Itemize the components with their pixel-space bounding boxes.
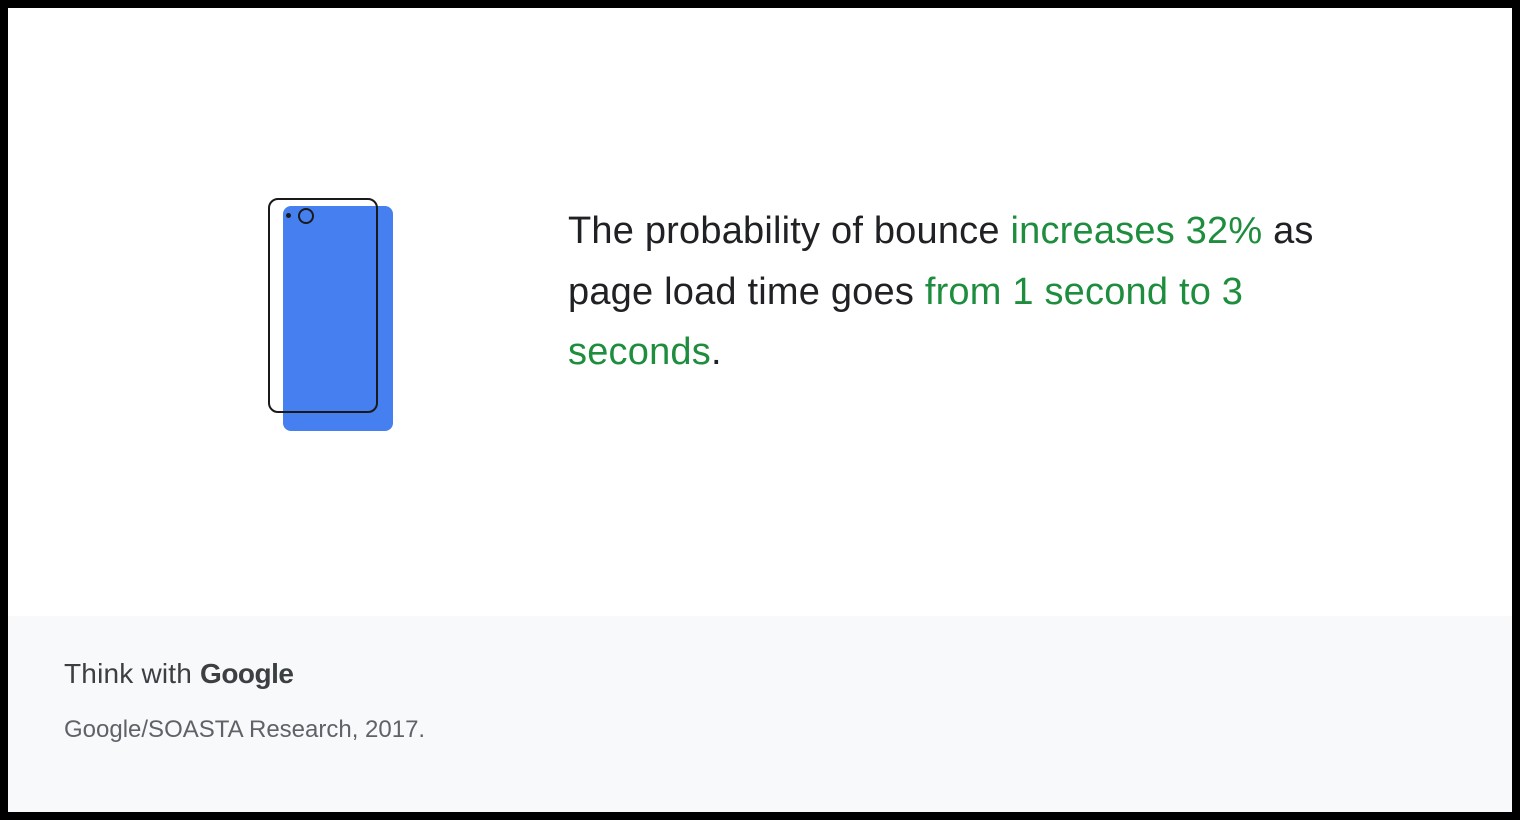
stat-highlight1: increases 32% xyxy=(1010,210,1262,252)
phone-illustration xyxy=(8,8,478,616)
brand-prefix: Think with xyxy=(64,658,192,690)
phone-camera-icon xyxy=(298,208,314,224)
brand-line: Think with Google xyxy=(64,658,1456,690)
statistic-text-block: The probability of bounce increases 32% … xyxy=(478,163,1512,421)
infographic-card: The probability of bounce increases 32% … xyxy=(8,8,1512,812)
phone-sensor-dot-icon xyxy=(286,213,291,218)
statistic-sentence: The probability of bounce increases 32% … xyxy=(568,201,1362,383)
phone-outline-icon xyxy=(268,198,378,413)
brand-name: Google xyxy=(200,658,293,690)
main-content: The probability of bounce increases 32% … xyxy=(8,8,1512,616)
stat-part3: . xyxy=(711,331,722,373)
footer: Think with Google Google/SOASTA Research… xyxy=(8,616,1512,812)
source-citation: Google/SOASTA Research, 2017. xyxy=(64,716,1456,744)
stat-part1: The probability of bounce xyxy=(568,210,1010,252)
